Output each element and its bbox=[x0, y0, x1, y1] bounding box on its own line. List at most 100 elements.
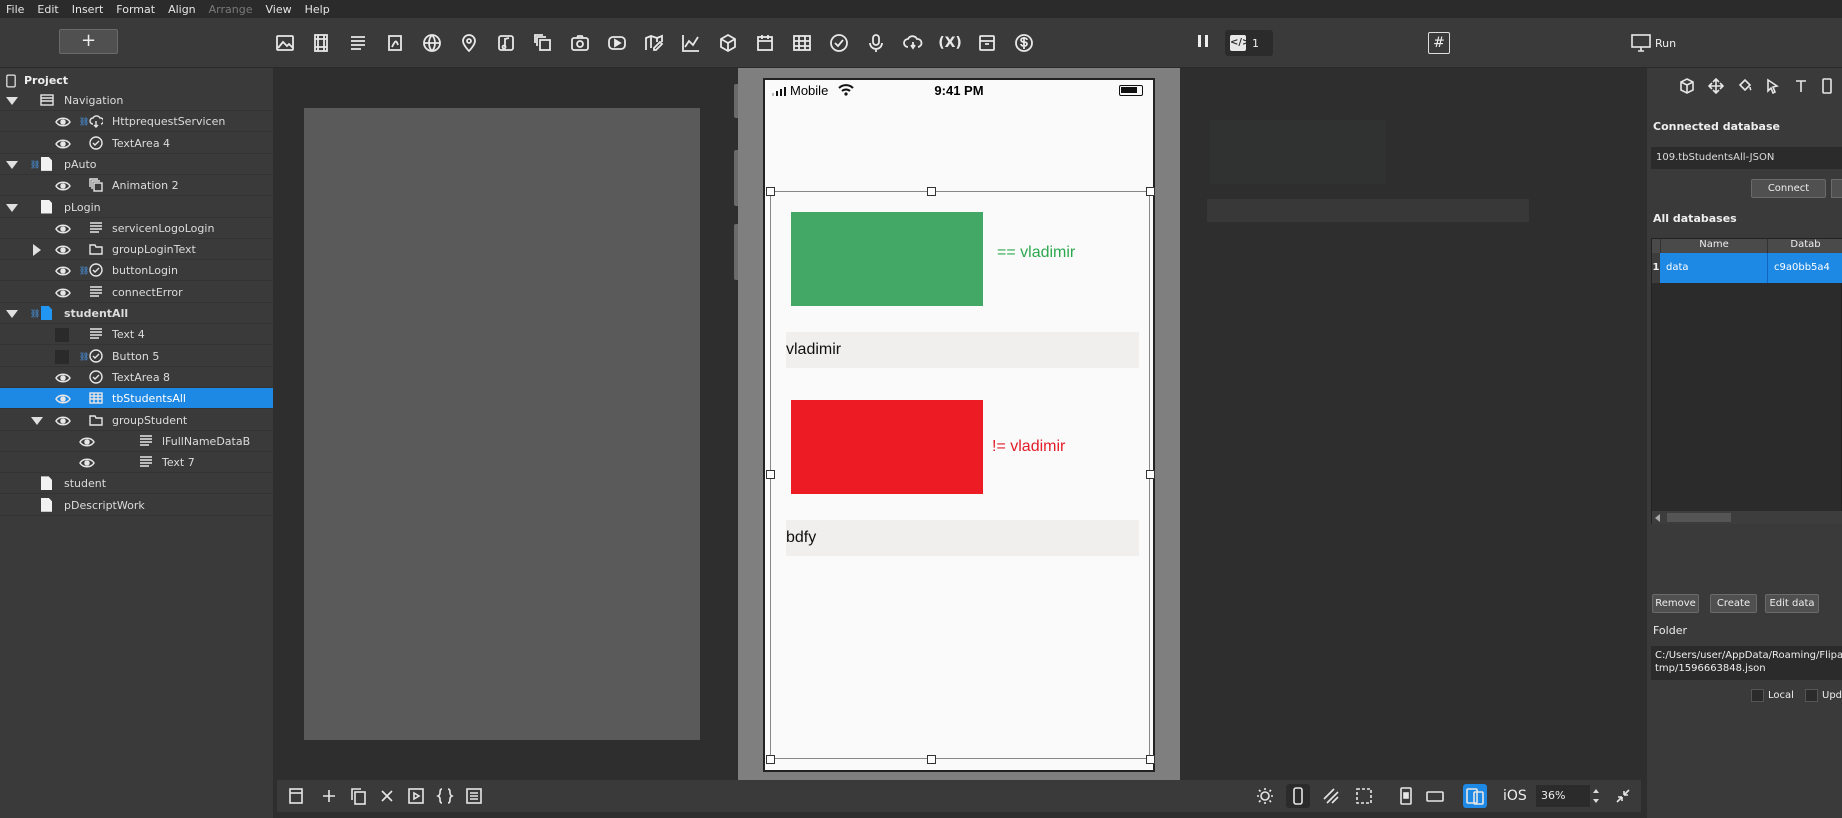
pdf-icon[interactable] bbox=[382, 30, 408, 56]
horizontal-scrollbar[interactable] bbox=[1652, 511, 1842, 524]
tree-item[interactable]: groupStudent bbox=[0, 410, 273, 431]
page-icon[interactable] bbox=[284, 784, 308, 808]
resize-handle[interactable] bbox=[1146, 187, 1155, 196]
menu-insert[interactable]: Insert bbox=[72, 3, 104, 16]
artboard-preview[interactable] bbox=[304, 108, 700, 740]
chart-icon[interactable] bbox=[678, 30, 704, 56]
phone-screen[interactable]: Mobile 9:41 PM == vladimir vladimir != v… bbox=[763, 78, 1155, 772]
eye-icon[interactable] bbox=[55, 245, 71, 255]
row-name-cell[interactable]: data bbox=[1660, 253, 1767, 283]
remove-button[interactable]: Remove bbox=[1652, 594, 1699, 613]
table-icon[interactable] bbox=[789, 30, 815, 56]
eye-icon[interactable] bbox=[55, 373, 71, 383]
tree-item[interactable]: TextArea 4 bbox=[0, 133, 273, 154]
collapse-arrow-icon[interactable] bbox=[6, 97, 18, 105]
pause-button[interactable] bbox=[1193, 31, 1215, 55]
pointer-icon[interactable] bbox=[1764, 78, 1782, 96]
tree-item[interactable]: Text 7 bbox=[0, 452, 273, 474]
resize-handle[interactable] bbox=[1146, 755, 1155, 764]
hidden-toggle[interactable] bbox=[55, 328, 69, 343]
connect-button[interactable]: Connect bbox=[1751, 179, 1826, 198]
device-phone-icon[interactable] bbox=[1286, 784, 1310, 808]
eye-icon[interactable] bbox=[55, 181, 71, 191]
column-data-header[interactable]: Datab bbox=[1767, 239, 1842, 253]
tree-item[interactable]: ⛓ HttprequestServicen bbox=[0, 111, 273, 133]
add-page-button[interactable]: + bbox=[59, 29, 118, 54]
portrait-icon[interactable] bbox=[1394, 784, 1418, 808]
eye-icon[interactable] bbox=[55, 117, 71, 127]
archive-icon[interactable] bbox=[974, 30, 1000, 56]
tree-item[interactable]: Animation 2 bbox=[0, 175, 273, 197]
name-field[interactable]: vladimir bbox=[786, 332, 1139, 368]
eye-icon[interactable] bbox=[79, 458, 95, 468]
brightness-icon[interactable] bbox=[1253, 784, 1277, 808]
tree-item[interactable]: pLogin bbox=[0, 197, 273, 218]
map-pin-icon[interactable] bbox=[456, 30, 482, 56]
menu-format[interactable]: Format bbox=[116, 3, 155, 16]
selection-frame-icon[interactable] bbox=[1352, 784, 1376, 808]
multi-device-icon[interactable] bbox=[1463, 784, 1487, 808]
eye-icon[interactable] bbox=[55, 139, 71, 149]
resize-handle[interactable] bbox=[766, 470, 775, 479]
table-row[interactable]: 1 data c9a0bb5a4 bbox=[1652, 253, 1842, 283]
tree-item[interactable]: servicenLogoLogin bbox=[0, 218, 273, 239]
eye-icon[interactable] bbox=[55, 288, 71, 298]
video-icon[interactable] bbox=[308, 30, 334, 56]
local-checkbox[interactable]: Local bbox=[1751, 689, 1794, 702]
resize-handle[interactable] bbox=[927, 187, 936, 196]
green-rectangle[interactable] bbox=[791, 212, 983, 306]
connected-db-field[interactable]: 109.tbStudentsAll-JSON bbox=[1651, 147, 1842, 169]
tree-item[interactable]: ⛓ buttonLogin bbox=[0, 260, 273, 282]
calendar-icon[interactable] bbox=[752, 30, 778, 56]
zoom-input[interactable]: 36% bbox=[1536, 785, 1590, 807]
list-icon[interactable] bbox=[462, 784, 486, 808]
row-data-cell[interactable]: c9a0bb5a4 bbox=[1767, 253, 1842, 283]
add-icon[interactable] bbox=[317, 784, 341, 808]
second-field[interactable]: bdfy bbox=[786, 520, 1139, 556]
text-tool-icon[interactable] bbox=[1792, 78, 1810, 96]
tree-item[interactable]: groupLoginText bbox=[0, 239, 273, 261]
tree-item[interactable]: Navigation bbox=[0, 90, 273, 111]
map-edit-icon[interactable] bbox=[641, 30, 667, 56]
code-braces-icon[interactable] bbox=[433, 784, 457, 808]
collapse-arrow-icon[interactable] bbox=[31, 416, 43, 425]
cube-icon[interactable] bbox=[1678, 78, 1696, 96]
eye-icon[interactable] bbox=[55, 224, 71, 234]
run-button[interactable]: Run bbox=[1630, 31, 1676, 55]
youtube-icon[interactable] bbox=[604, 30, 630, 56]
paint-bucket-icon[interactable] bbox=[1736, 78, 1754, 96]
platform-label[interactable]: iOS bbox=[1503, 788, 1527, 804]
music-icon[interactable] bbox=[493, 30, 519, 56]
tree-item[interactable]: ⛓ pAuto bbox=[0, 154, 273, 175]
move-icon[interactable] bbox=[1707, 77, 1725, 96]
eye-icon[interactable] bbox=[55, 416, 71, 426]
hatch-icon[interactable] bbox=[1319, 784, 1343, 808]
image-icon[interactable] bbox=[272, 30, 298, 56]
column-name-header[interactable]: Name bbox=[1660, 239, 1767, 253]
expand-arrow-icon[interactable] bbox=[33, 244, 41, 257]
text-icon[interactable] bbox=[345, 30, 371, 56]
resize-handle[interactable] bbox=[766, 755, 775, 764]
dollar-icon[interactable] bbox=[1011, 30, 1037, 56]
update-checkbox[interactable]: Upd bbox=[1805, 689, 1842, 702]
hidden-toggle[interactable] bbox=[55, 349, 69, 364]
microphone-icon[interactable] bbox=[863, 30, 889, 56]
device-icon[interactable] bbox=[1818, 78, 1836, 96]
create-button[interactable]: Create bbox=[1710, 594, 1757, 613]
tree-item[interactable]: ⛓ studentAll bbox=[0, 303, 273, 324]
variable-icon[interactable]: (X) bbox=[937, 30, 963, 56]
tree-item[interactable]: TextArea 8 bbox=[0, 367, 273, 388]
eye-icon[interactable] bbox=[55, 266, 71, 276]
tree-item[interactable]: tbStudentsAll bbox=[0, 388, 273, 410]
tree-item[interactable]: Text 4 bbox=[0, 324, 273, 346]
web-icon[interactable] bbox=[419, 30, 445, 56]
tree-item[interactable]: student bbox=[0, 473, 273, 495]
collapse-arrow-icon[interactable] bbox=[6, 160, 18, 169]
play-page-icon[interactable] bbox=[404, 784, 428, 808]
check-circle-icon[interactable] bbox=[826, 30, 852, 56]
cloud-sync-icon[interactable] bbox=[900, 30, 926, 56]
menu-help[interactable]: Help bbox=[305, 3, 330, 16]
copy-layers-icon[interactable] bbox=[530, 30, 556, 56]
tree-item[interactable]: ⛓ Button 5 bbox=[0, 346, 273, 367]
collapse-arrow-icon[interactable] bbox=[6, 310, 18, 318]
